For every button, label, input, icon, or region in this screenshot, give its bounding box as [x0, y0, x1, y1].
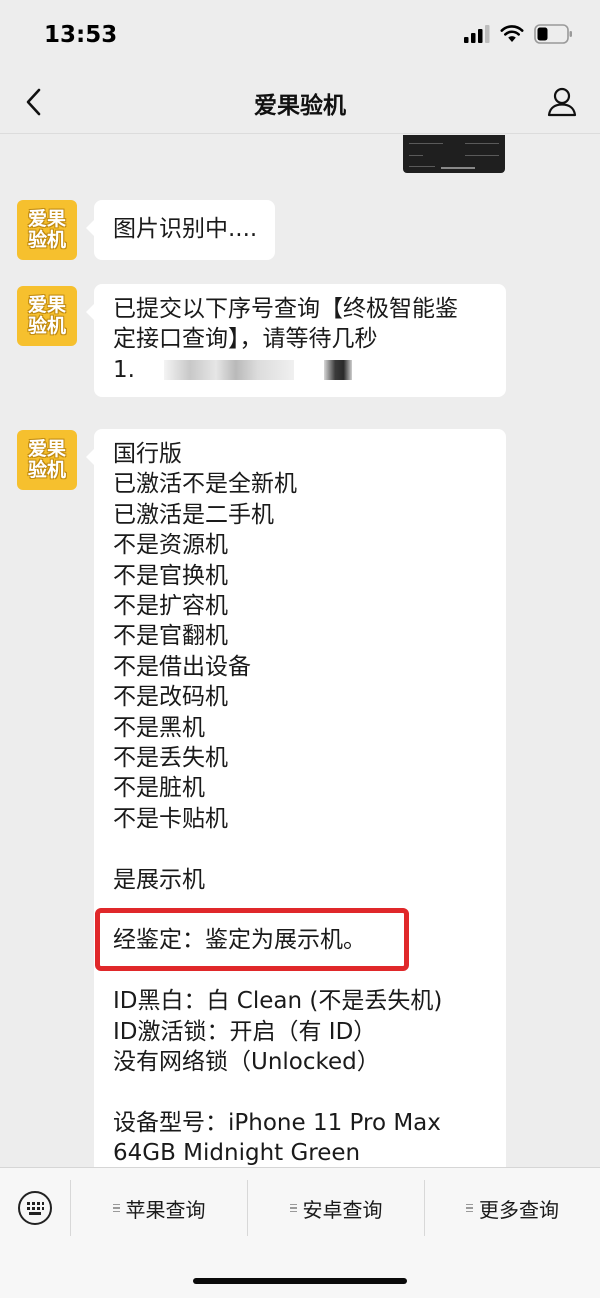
menu-item-label: 安卓查询: [302, 1197, 383, 1222]
menu-list-icon: [466, 1203, 473, 1213]
result-line: 已激活不是全新机: [113, 471, 297, 498]
signal-icon: [464, 25, 490, 43]
serial-prefix: 1.: [113, 356, 135, 383]
result-line: 不是改码机: [113, 684, 228, 711]
avatar-line: 爱果: [27, 294, 66, 316]
result-line: 不是卡贴机: [113, 805, 228, 832]
message-bubble[interactable]: 国行版 已激活不是全新机 已激活是二手机 不是资源机 不是官换机 不是扩容机 不…: [86, 429, 506, 1167]
page-title: 爱果验机: [254, 93, 346, 119]
menu-item-label: 苹果查询: [125, 1197, 206, 1222]
result-line: 设备型号：iPhone 11 Pro Max: [113, 1109, 441, 1136]
result-line: 是展示机: [113, 866, 205, 893]
highlight-box: [95, 908, 409, 971]
image-thumbnail[interactable]: [403, 135, 505, 173]
result-line: ID黑白：白 Clean (不是丢失机): [113, 988, 443, 1015]
result-line: 不是脏机: [113, 775, 205, 802]
avatar-line: 爱果: [27, 208, 66, 230]
message-text: 已提交以下序号查询【终极智能鉴: [113, 296, 458, 322]
result-line: 64GB Midnight Green: [113, 1140, 361, 1167]
result-line: 不是扩容机: [113, 593, 228, 620]
menu-item-apple-query[interactable]: 苹果查询: [71, 1182, 247, 1234]
wifi-icon: [500, 25, 524, 42]
result-line: 已激活是二手机: [113, 501, 274, 528]
result-line: 不是借出设备: [113, 653, 251, 680]
chat-area[interactable]: 爱果 验机 图片识别中.... 爱果 验机 已提交以下序号查询【终极智能鉴 定接…: [0, 135, 600, 1167]
blurred-serial: [164, 360, 295, 381]
message-text: 定接口查询】，请等待几秒: [113, 326, 378, 353]
keyboard-toggle-button[interactable]: [15, 1188, 55, 1228]
result-line: 不是资源机: [113, 532, 228, 559]
result-line: 不是丢失机: [113, 745, 228, 772]
home-indicator[interactable]: [193, 1278, 407, 1284]
person-icon: [547, 87, 577, 117]
result-line: ID激活锁：开启（有 ID）: [113, 1018, 377, 1045]
menu-list-icon: [289, 1203, 297, 1213]
nav-bar: 爱果验机: [0, 70, 600, 134]
avatar-line: 验机: [27, 229, 66, 251]
keyboard-icon: [18, 1191, 52, 1225]
avatar[interactable]: 爱果 验机: [17, 430, 77, 490]
battery-icon: [534, 24, 572, 44]
status-bar: 13:53: [0, 0, 600, 70]
avatar-line: 验机: [27, 315, 66, 337]
serial-line: 1.: [113, 355, 488, 385]
menu-item-label: 更多查询: [479, 1197, 559, 1222]
message-bubble[interactable]: 图片识别中....: [85, 200, 276, 260]
status-time: 13:53: [44, 22, 118, 48]
menu-item-more-query[interactable]: 更多查询: [425, 1182, 600, 1234]
chevron-left-icon: [26, 88, 41, 116]
profile-button[interactable]: [544, 84, 580, 120]
blurred-serial: [323, 360, 352, 381]
avatar-line: 验机: [27, 459, 66, 481]
avatar[interactable]: 爱果 验机: [17, 286, 77, 346]
message-bubble[interactable]: 已提交以下序号查询【终极智能鉴 定接口查询】，请等待几秒 1.: [86, 284, 506, 398]
avatar-line: 爱果: [27, 438, 66, 460]
message-text: 图片识别中....: [113, 216, 258, 242]
result-line: 不是黑机: [113, 714, 205, 741]
result-line: 没有网络锁（Unlocked）: [113, 1049, 380, 1076]
menu-list-icon: [112, 1203, 120, 1213]
back-button[interactable]: [16, 84, 52, 120]
status-icons: [464, 24, 574, 44]
result-line: 国行版: [113, 441, 182, 467]
menu-item-android-query[interactable]: 安卓查询: [248, 1182, 424, 1234]
result-line: 不是官翻机: [113, 623, 228, 650]
avatar[interactable]: 爱果 验机: [17, 200, 77, 260]
result-line: 不是官换机: [113, 562, 228, 589]
